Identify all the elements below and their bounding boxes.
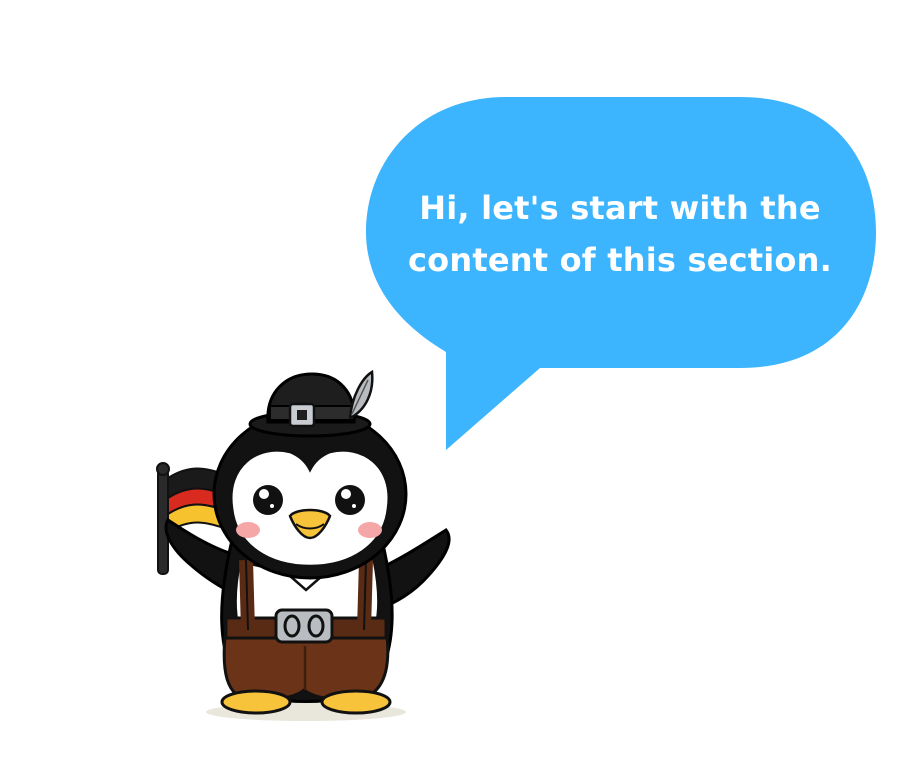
penguin-mascot-icon (156, 369, 451, 721)
belt-buckle-icon (274, 608, 334, 644)
penguin-face (230, 449, 390, 568)
left-foot (220, 689, 292, 715)
right-cheek (358, 522, 382, 538)
right-eye (335, 485, 365, 515)
left-cheek (236, 522, 260, 538)
canvas: Hi, let's start with the content of this… (0, 0, 920, 766)
left-eye (253, 485, 283, 515)
feather-icon (348, 369, 374, 421)
right-foot (320, 689, 392, 715)
